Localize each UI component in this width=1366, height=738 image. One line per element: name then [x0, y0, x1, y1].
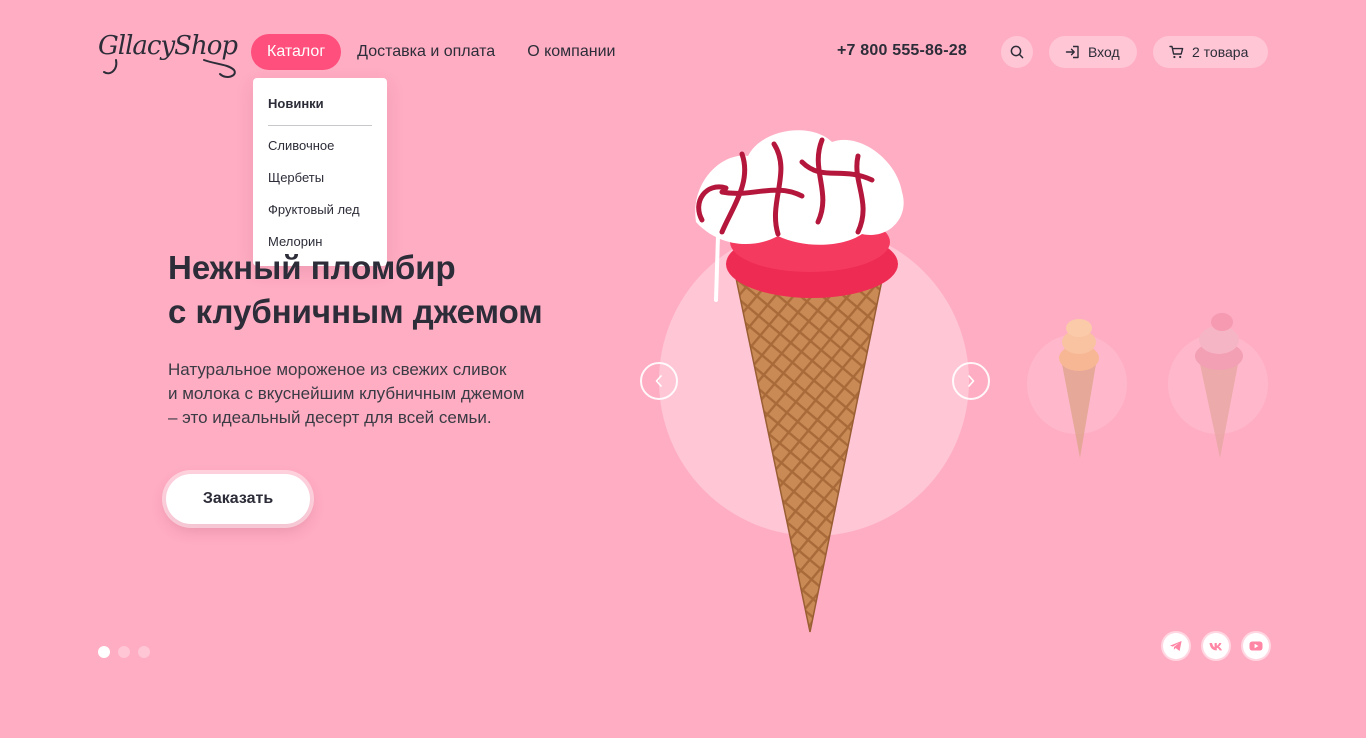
dropdown-item-new[interactable]: Новинки: [268, 94, 372, 114]
cart-button[interactable]: 2 товара: [1153, 36, 1268, 68]
nav-item-delivery[interactable]: Доставка и оплата: [341, 34, 511, 70]
logo-text: GllacyShop: [98, 31, 238, 61]
youtube-link[interactable]: [1243, 633, 1269, 659]
catalog-dropdown: Новинки Сливочное Щербеты Фруктовый лед …: [253, 78, 387, 266]
social-links: [1163, 633, 1269, 659]
search-button[interactable]: [1001, 36, 1033, 68]
dropdown-item-sorbets[interactable]: Щербеты: [268, 169, 372, 201]
sign-in-icon: [1065, 45, 1079, 59]
hero-description-line: и молока с вкуснейшим клубничным джемом: [168, 384, 525, 403]
nav-item-catalog[interactable]: Каталог: [251, 34, 342, 70]
youtube-icon: [1249, 641, 1263, 651]
phone-number[interactable]: +7 800 555-86-28: [837, 42, 967, 60]
dropdown-item-fruit-ice[interactable]: Фруктовый лед: [268, 201, 372, 233]
hero-title-line: Нежный пломбир: [168, 249, 456, 286]
thumbnail-cone-illustration: [1059, 319, 1099, 458]
chevron-right-icon: [968, 375, 975, 387]
cart-icon: [1169, 45, 1184, 59]
hero-description: Натуральное мороженое из свежих сливок и…: [168, 358, 608, 430]
hero-title: Нежный пломбир с клубничным джемом: [168, 246, 628, 334]
nav-item-about[interactable]: О компании: [511, 34, 631, 70]
logo[interactable]: GllacyShop: [96, 20, 239, 82]
vk-link[interactable]: [1203, 633, 1229, 659]
thumbnail-ice-cream-image[interactable]: [1044, 308, 1114, 468]
hero-description-line: Натуральное мороженое из свежих сливок: [168, 360, 507, 379]
login-label: Вход: [1088, 44, 1120, 60]
order-button[interactable]: Заказать: [166, 474, 310, 524]
dropdown-item-creamy[interactable]: Сливочное: [268, 137, 372, 169]
login-button[interactable]: Вход: [1049, 36, 1137, 68]
logo-graphic: GllacyShop: [98, 31, 239, 78]
slider-dot-1[interactable]: [98, 646, 110, 658]
main-nav: Каталог Доставка и оплата О компании: [251, 34, 631, 70]
slider-dot-2[interactable]: [118, 646, 130, 658]
search-icon: [1010, 45, 1024, 59]
hero-ice-cream-image: [682, 122, 918, 638]
hero-title-line: с клубничным джемом: [168, 293, 543, 330]
slider-dot-3[interactable]: [138, 646, 150, 658]
cart-label: 2 товара: [1192, 44, 1249, 60]
thumbnail-cone-illustration: [1195, 313, 1243, 458]
slider-next-button[interactable]: [952, 362, 990, 400]
ice-cream-cone-illustration: [695, 130, 904, 633]
telegram-icon: [1170, 641, 1182, 651]
slider-pagination: [98, 646, 150, 658]
hero-description-line: – это идеальный десерт для всей семьи.: [168, 408, 492, 427]
vk-icon: [1209, 642, 1222, 650]
dropdown-divider: [268, 125, 372, 126]
thumbnail-ice-cream-image[interactable]: [1184, 304, 1254, 464]
slider-prev-button[interactable]: [640, 362, 678, 400]
chevron-left-icon: [655, 375, 662, 387]
telegram-link[interactable]: [1163, 633, 1189, 659]
